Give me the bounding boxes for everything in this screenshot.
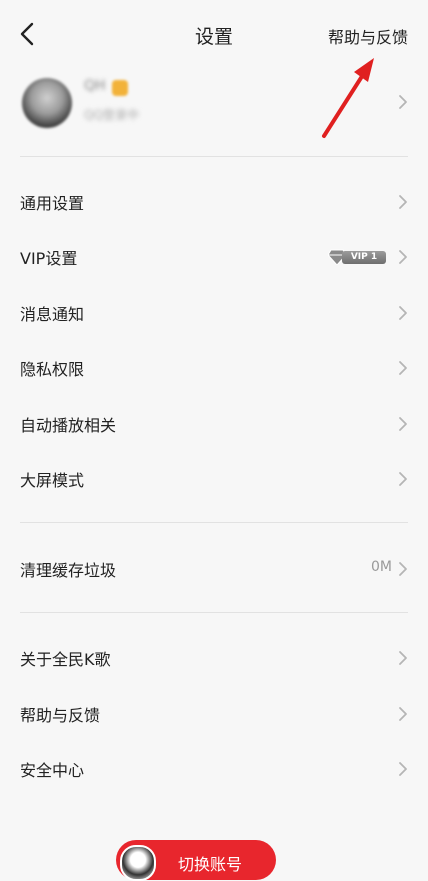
menu-item-label: VIP设置 (20, 249, 78, 268)
help-feedback-link[interactable]: 帮助与反馈 (328, 24, 408, 48)
divider (20, 612, 408, 613)
menu-item-label: 帮助与反馈 (20, 706, 101, 725)
menu-item-privacy[interactable]: 隐私权限 (0, 340, 428, 396)
menu-item-label: 清理缓存垃圾 (20, 561, 117, 580)
chevron-right-icon (399, 562, 407, 576)
chevron-right-icon (399, 472, 407, 486)
menu-item-big-screen[interactable]: 大屏模式 (0, 451, 428, 507)
menu-item-security-center[interactable]: 安全中心 (0, 741, 428, 797)
menu-item-notifications[interactable]: 消息通知 (0, 285, 428, 341)
chevron-right-icon (399, 417, 407, 431)
menu-item-general-settings[interactable]: 通用设置 (0, 174, 428, 230)
switch-account-button[interactable]: 切换账号 (116, 840, 276, 881)
vip-crown-icon (112, 80, 128, 96)
menu-item-autoplay[interactable]: 自动播放相关 (0, 396, 428, 452)
chevron-right-icon (399, 250, 407, 264)
menu-item-label: 消息通知 (20, 305, 85, 324)
menu-item-label: 关于全民K歌 (20, 650, 111, 669)
profile-nickname: QH (84, 78, 106, 94)
vip-level-text: VIP 1 (342, 251, 386, 264)
switch-account-label: 切换账号 (178, 855, 243, 874)
chevron-right-icon (399, 651, 407, 665)
profile-subtitle: QQ登录中 (84, 108, 139, 122)
chevron-right-icon (399, 195, 407, 209)
divider (20, 522, 408, 523)
menu-item-about[interactable]: 关于全民K歌 (0, 630, 428, 686)
chevron-right-icon (399, 361, 407, 375)
menu-item-label: 通用设置 (20, 194, 85, 213)
chevron-right-icon (399, 707, 407, 721)
cache-size-value: 0M (371, 559, 392, 575)
menu-item-clear-cache[interactable]: 清理缓存垃圾 0M (0, 541, 428, 597)
chevron-right-icon (399, 306, 407, 320)
divider (20, 156, 408, 157)
menu-item-label: 隐私权限 (20, 360, 85, 379)
menu-item-label: 大屏模式 (20, 471, 85, 490)
chevron-right-icon (399, 762, 407, 776)
menu-item-label: 安全中心 (20, 761, 85, 780)
menu-item-vip-settings[interactable]: VIP设置 VIP 1 (0, 229, 428, 285)
chevron-right-icon (399, 95, 407, 109)
vip-level-badge: VIP 1 (328, 249, 386, 265)
menu-item-help-feedback[interactable]: 帮助与反馈 (0, 686, 428, 742)
menu-item-label: 自动播放相关 (20, 416, 117, 435)
top-bar: 设置 帮助与反馈 (0, 0, 428, 70)
avatar[interactable] (22, 78, 72, 128)
avatar (120, 845, 156, 881)
